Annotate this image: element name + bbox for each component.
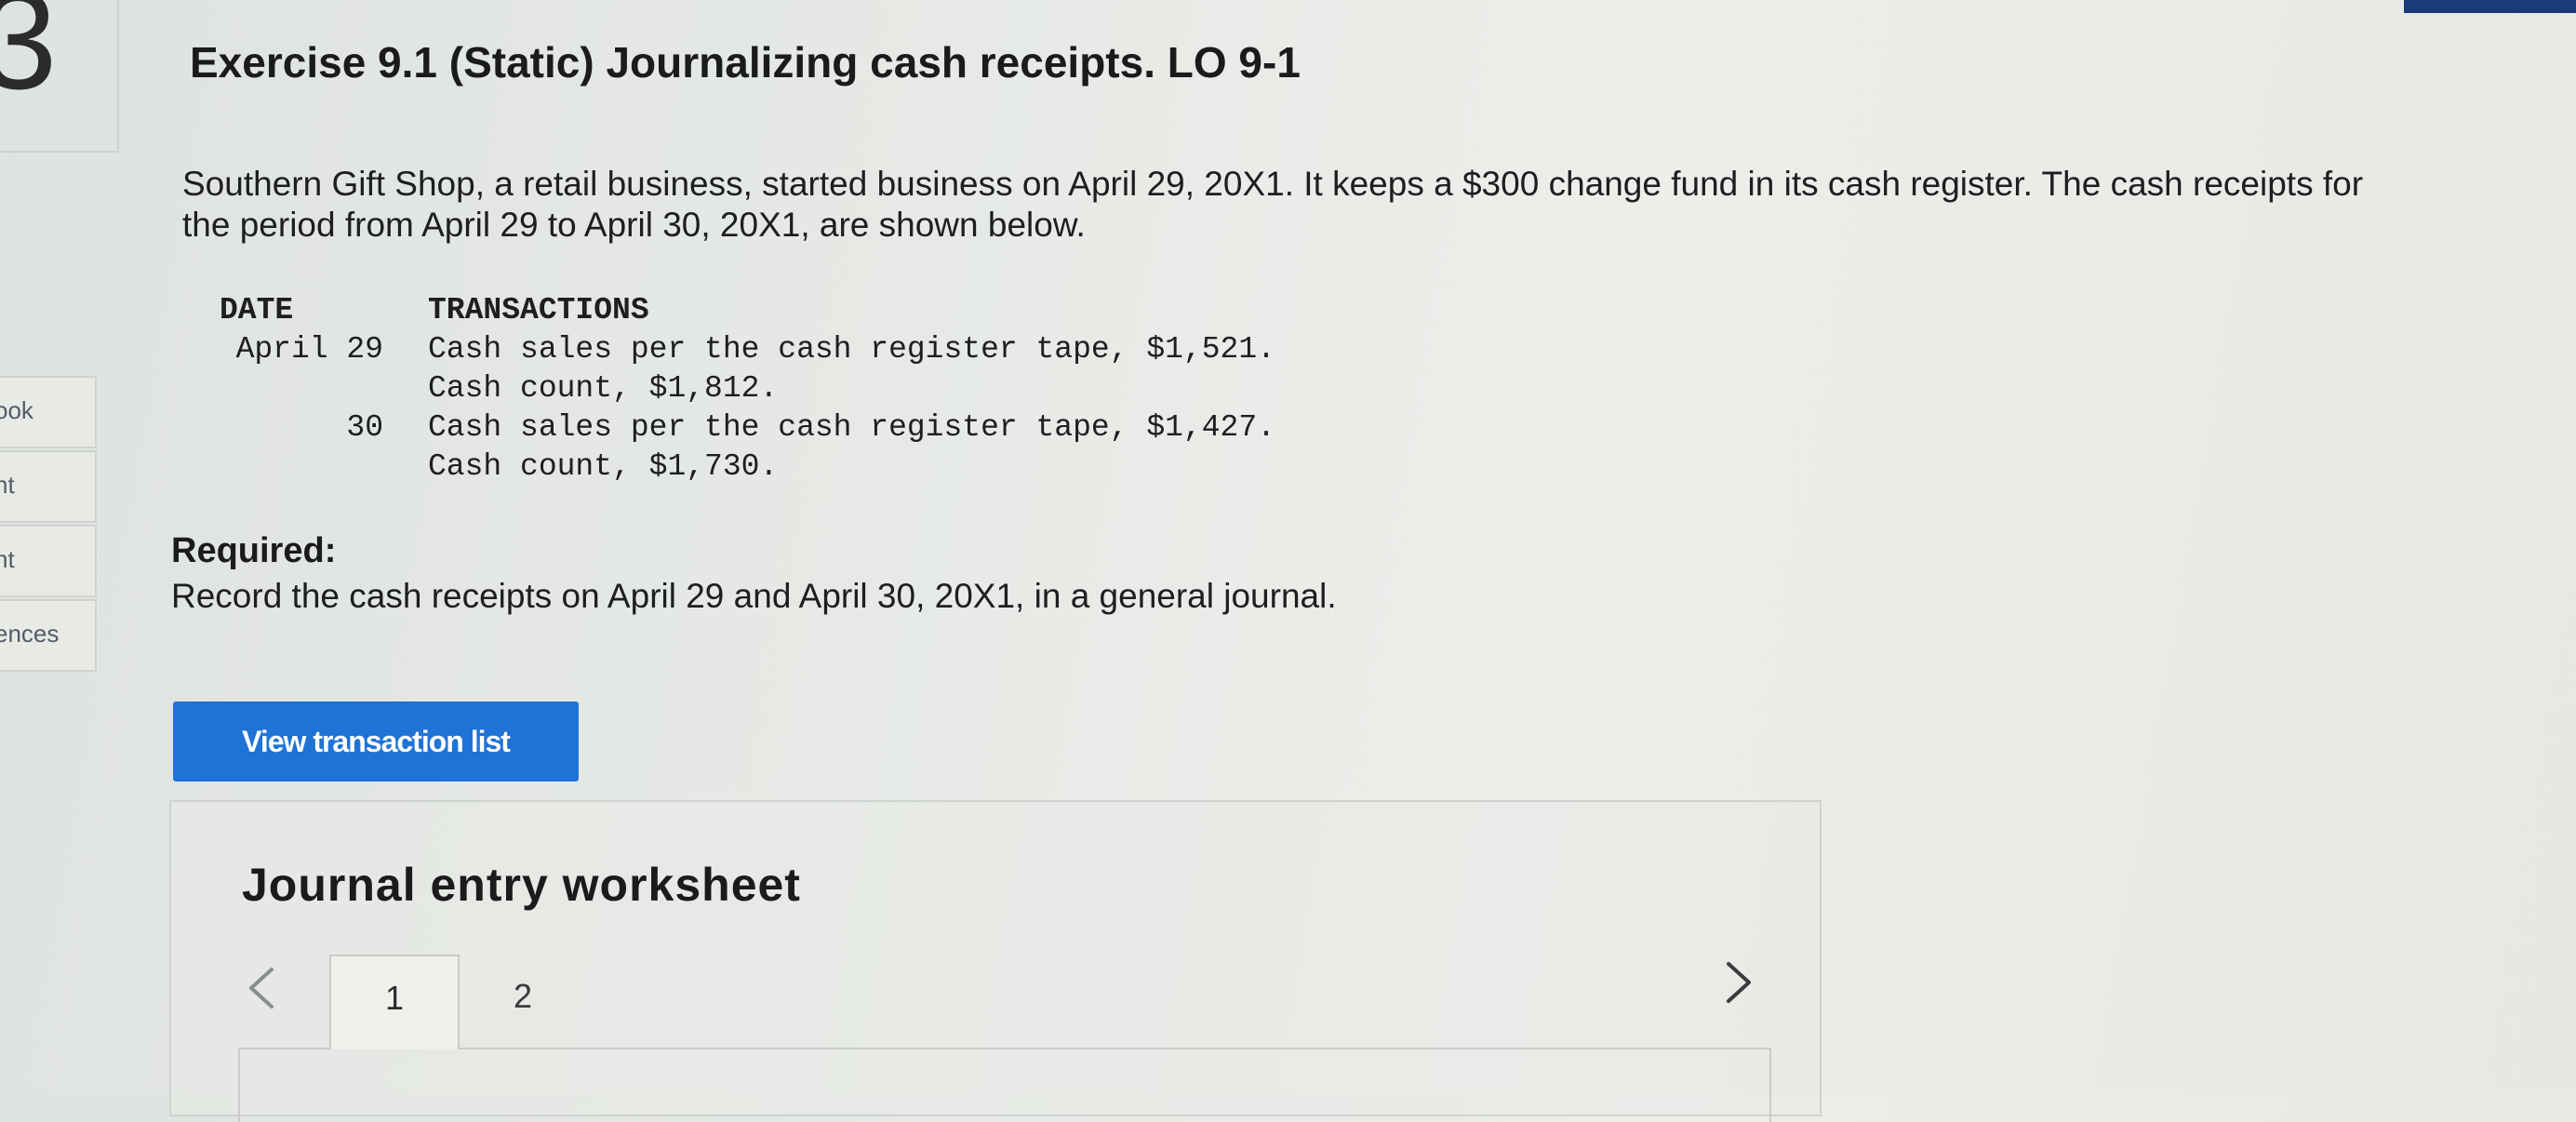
- question-number: 3: [0, 0, 58, 118]
- sidebar-item-ebook[interactable]: ook: [0, 376, 97, 448]
- transaction-text: Cash count, $1,812.: [428, 371, 779, 406]
- transaction-date: 30: [346, 410, 383, 445]
- required-label: Required:: [171, 531, 337, 570]
- chevron-right-icon[interactable]: [1715, 955, 1762, 1010]
- transaction-date: [175, 447, 428, 487]
- sidebar-item-label: nt: [0, 545, 15, 573]
- question-number-box: 3: [0, 0, 119, 153]
- entry-panel-right-border: [1769, 1048, 1771, 1122]
- exercise-title: Exercise 9.1 (Static) Journalizing cash …: [190, 38, 1301, 87]
- header-accent-bar: [2404, 0, 2576, 13]
- sidebar-item-print[interactable]: nt: [0, 450, 97, 523]
- view-transaction-list-button[interactable]: View transaction list: [173, 701, 579, 781]
- transaction-text: Cash sales per the cash register tape, $…: [428, 410, 1275, 445]
- chevron-left-icon[interactable]: [238, 960, 285, 1016]
- transaction-date: April 29: [235, 332, 383, 367]
- journal-entry-worksheet: Journal entry worksheet 1 2: [169, 800, 1822, 1122]
- worksheet-tab-2[interactable]: 2: [458, 955, 588, 1049]
- sidebar-item-label: ook: [0, 396, 33, 424]
- entry-panel-left-border: [238, 1048, 240, 1122]
- transaction-text: Cash count, $1,730.: [428, 449, 779, 484]
- sidebar-item-label: nt: [0, 471, 15, 499]
- table-row: 30 Cash sales per the cash register tape…: [175, 408, 1275, 447]
- sidebar-item-label: ences: [0, 620, 60, 648]
- table-row: Cash count, $1,730.: [175, 447, 1275, 487]
- side-navigation: 3 ook nt nt ences: [0, 0, 121, 1093]
- date-column-header: DATE: [220, 293, 294, 327]
- sidebar-item-print-alt[interactable]: nt: [0, 525, 97, 597]
- worksheet-tab-1[interactable]: 1: [329, 955, 460, 1049]
- transactions-column-header: TRANSACTIONS: [428, 293, 649, 327]
- table-row: Cash count, $1,812.: [175, 369, 1275, 408]
- worksheet-title: Journal entry worksheet: [242, 859, 801, 911]
- sidebar-item-references[interactable]: ences: [0, 599, 97, 672]
- transaction-date: [175, 369, 428, 408]
- transactions-table: DATE TRANSACTIONS April 29 Cash sales pe…: [175, 291, 1275, 487]
- required-text: Record the cash receipts on April 29 and…: [171, 577, 1337, 615]
- tab-divider: [458, 1048, 1771, 1049]
- exercise-intro: Southern Gift Shop, a retail business, s…: [182, 165, 2364, 244]
- transaction-text: Cash sales per the cash register tape, $…: [428, 332, 1275, 367]
- table-row: April 29 Cash sales per the cash registe…: [175, 330, 1275, 369]
- table-header-row: DATE TRANSACTIONS: [175, 291, 1275, 330]
- tab-divider-left: [238, 1048, 331, 1049]
